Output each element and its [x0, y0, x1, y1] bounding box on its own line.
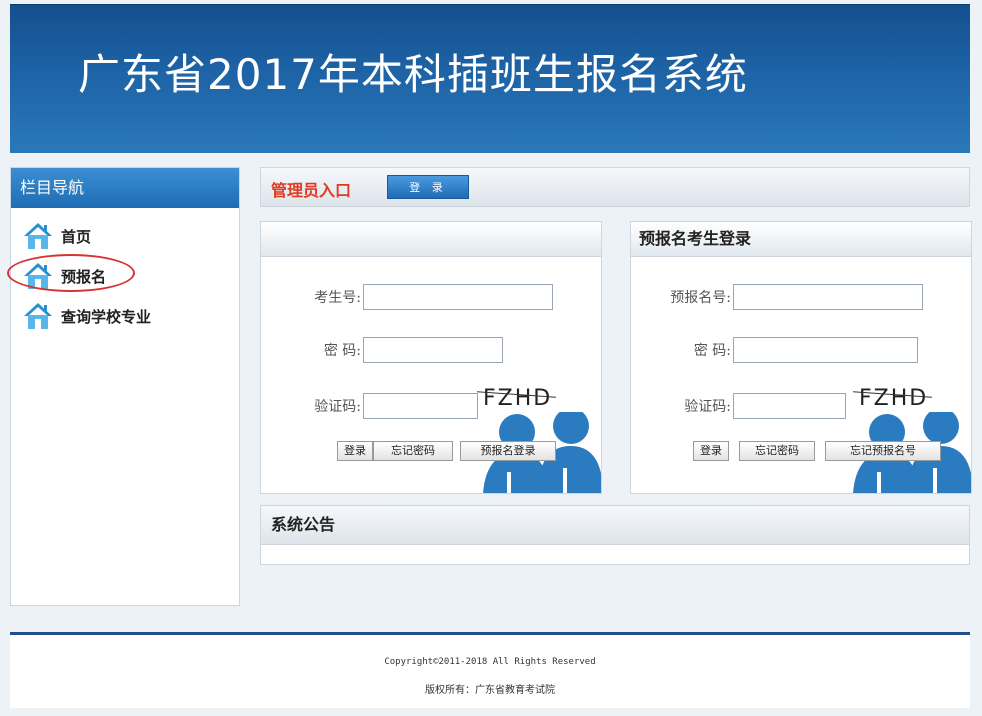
owner-text: 版权所有：广东省教育考试院 — [425, 685, 555, 696]
prereg-id-input[interactable] — [733, 284, 923, 310]
candidate-password-label: 密 码: — [323, 343, 361, 359]
site-title: 广东省2017年本科插班生报名系统 — [78, 50, 748, 99]
captcha-image[interactable]: FZHD — [483, 386, 552, 411]
prereg-login-button[interactable]: 预报名登录 — [460, 441, 556, 461]
prereg-id-row: 预报名号: — [645, 284, 923, 310]
admin-bar: 管理员入口 登 录 — [260, 167, 970, 207]
login-button[interactable]: 登录 — [693, 441, 729, 461]
prereg-captcha-input[interactable] — [733, 393, 846, 419]
prereg-password-label: 密 码: — [693, 343, 731, 359]
sidebar-item-prereg[interactable]: 预报名 — [7, 254, 239, 296]
footer: Copyright©2011-2018 All Rights Reserved … — [10, 632, 970, 708]
candidate-id-label: 考生号: — [314, 290, 361, 306]
system-notice-panel: 系统公告 — [260, 505, 970, 565]
candidate-captcha-label: 验证码: — [314, 399, 361, 415]
prereg-captcha-row: 验证码: — [645, 393, 846, 419]
prereg-password-row: 密 码: — [645, 337, 918, 363]
prereg-password-input[interactable] — [733, 337, 918, 363]
sidebar-item-query-majors[interactable]: 查询学校专业 — [11, 296, 239, 336]
sidebar-item-home[interactable]: 首页 — [11, 216, 239, 256]
candidate-captcha-input[interactable] — [363, 393, 478, 419]
prereg-id-label: 预报名号: — [670, 290, 731, 306]
panel-title: 预报名考生登录 — [631, 222, 971, 257]
candidate-id-row: 考生号: — [291, 284, 553, 310]
sidebar-item-label: 查询学校专业 — [61, 307, 152, 326]
forgot-password-button[interactable]: 忘记密码 — [739, 441, 815, 461]
home-icon — [24, 223, 52, 249]
forgot-password-button[interactable]: 忘记密码 — [373, 441, 453, 461]
prereg-captcha-label: 验证码: — [684, 399, 731, 415]
captcha-image[interactable]: FZHD — [859, 386, 928, 411]
sidebar-nav: 首页 预报名 查询学校专业 — [7, 208, 239, 336]
sidebar-title: 栏目导航 — [11, 168, 239, 208]
sidebar-item-label: 首页 — [61, 227, 92, 246]
system-notice-title: 系统公告 — [261, 506, 969, 545]
home-icon — [24, 303, 52, 329]
sidebar: 栏目导航 首页 预报名 查询学校专业 — [7, 167, 240, 606]
candidate-password-row: 密 码: — [291, 337, 503, 363]
admin-login-button[interactable]: 登 录 — [387, 175, 469, 199]
candidate-captcha-row: 验证码: — [291, 393, 478, 419]
copyright-text: Copyright©2011-2018 All Rights Reserved — [384, 657, 596, 667]
admin-entry-title: 管理员入口 — [271, 181, 352, 200]
login-button[interactable]: 登录 — [337, 441, 373, 461]
panel-title — [261, 222, 601, 257]
candidate-id-input[interactable] — [363, 284, 553, 310]
highlight-circle — [7, 254, 135, 292]
prereg-login-panel: 预报名考生登录 预报名号: 密 码: 验证码: FZHD 登录 忘记密码 忘记预… — [630, 221, 972, 494]
header-banner: 广东省2017年本科插班生报名系统 — [10, 4, 970, 153]
candidate-password-input[interactable] — [363, 337, 503, 363]
forgot-prereg-number-button[interactable]: 忘记预报名号 — [825, 441, 941, 461]
candidate-login-panel: 考生号: 密 码: 验证码: FZHD 登录 忘记密码 预报名登录 — [260, 221, 602, 494]
